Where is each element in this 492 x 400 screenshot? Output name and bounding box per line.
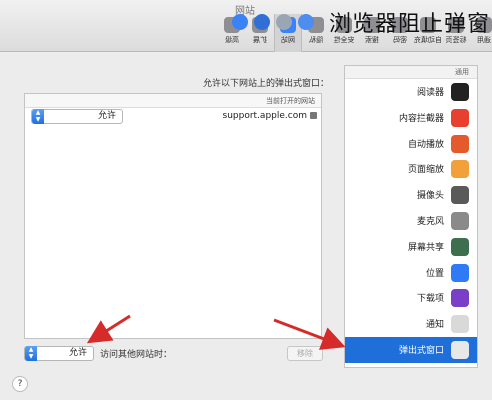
- table-row[interactable]: ▲ ▼ 允许 support.apple.com: [25, 108, 321, 126]
- sidebar-item-label: 通知: [425, 320, 444, 331]
- zoom-icon: [451, 160, 469, 179]
- sidebar-item-label: 下载项: [416, 294, 444, 305]
- toolbar-item-label: 网站: [281, 36, 295, 44]
- sidebar-item-label: 阅读器: [416, 88, 444, 98]
- popup-stepper-icon: ▲ ▼: [25, 346, 37, 361]
- popup-settings-title: 允许以下网站上的弹出式窗口：: [202, 79, 329, 89]
- remove-button[interactable]: 移除: [287, 346, 323, 361]
- other-websites-label: 访问其他网站时：: [100, 350, 173, 360]
- site-url: support.apple.com: [222, 111, 307, 121]
- sidebar-item-1[interactable]: 内容拦截器: [345, 105, 477, 131]
- download-icon: [451, 289, 469, 308]
- globe-icon: [254, 14, 270, 30]
- site-name: support.apple.com: [223, 111, 317, 121]
- website-settings-sidebar: 通用 阅读器内容拦截器自动播放页面缩放摄像头麦克风屏幕共享位置下载项通知弹出式窗…: [344, 65, 478, 368]
- sidebar-item-label: 麦克风: [416, 216, 444, 227]
- toolbar-item-label: 高级: [225, 36, 239, 44]
- sidebar-item-8[interactable]: 下载项: [345, 285, 477, 311]
- notification-icon: [451, 315, 469, 334]
- sidebar-item-6[interactable]: 屏幕共享: [345, 234, 477, 260]
- popup-window-icon: [451, 340, 469, 359]
- help-button[interactable]: ?: [12, 376, 28, 392]
- sidebar-item-9[interactable]: 通知: [345, 311, 477, 337]
- sidebar-item-7[interactable]: 位置: [345, 260, 477, 286]
- sidebar-item-label: 位置: [425, 268, 444, 279]
- sites-table: 当前打开的网站 ▲ ▼ 允许 support.apple.com: [24, 93, 322, 339]
- site-setting-value: 允许: [97, 111, 116, 121]
- camera-icon: [451, 186, 469, 205]
- site-lock-icon: [310, 112, 317, 119]
- hand-icon: [298, 14, 314, 30]
- sidebar-item-2[interactable]: 自动播放: [345, 131, 477, 157]
- screen-share-icon: [451, 237, 469, 256]
- sidebar-item-3[interactable]: 页面缩放: [345, 156, 477, 182]
- microphone-icon: [451, 211, 469, 230]
- lock-icon: [276, 14, 292, 30]
- reader-icon: [451, 83, 469, 101]
- play-icon: [451, 134, 469, 153]
- sidebar-item-label: 内容拦截器: [398, 113, 444, 124]
- blue-circle-icon: [232, 14, 248, 30]
- sidebar-item-label: 页面缩放: [407, 165, 444, 176]
- sidebar-item-4[interactable]: 摄像头: [345, 182, 477, 208]
- table-header: 当前打开的网站: [25, 94, 321, 108]
- sidebar-item-5[interactable]: 麦克风: [345, 208, 477, 234]
- sidebar-item-10[interactable]: 弹出式窗口: [345, 336, 477, 363]
- sidebar-item-label: 摄像头: [416, 191, 444, 202]
- toolbar-top-icons: [232, 14, 314, 36]
- sidebar-item-label: 屏幕共享: [407, 242, 444, 253]
- sidebar-item-label: 自动播放: [407, 139, 444, 150]
- other-websites-popup[interactable]: ▲ ▼ 允许: [24, 346, 94, 361]
- toolbar-item-label: 扩展: [253, 36, 267, 44]
- sidebar-header: 通用: [345, 66, 477, 79]
- sidebar-item-label: 弹出式窗口: [398, 345, 444, 356]
- stop-icon: [451, 108, 469, 127]
- toolbar-item-label: 隐私: [309, 36, 323, 44]
- overlay-caption: 浏览器阻止弹窗: [328, 12, 490, 37]
- site-setting-popup[interactable]: ▲ ▼ 允许: [31, 109, 123, 124]
- sidebar-item-0[interactable]: 阅读器: [345, 79, 477, 105]
- other-websites-value: 允许: [68, 348, 87, 358]
- popup-stepper-icon: ▲ ▼: [32, 109, 44, 124]
- location-arrow-icon: [451, 263, 469, 282]
